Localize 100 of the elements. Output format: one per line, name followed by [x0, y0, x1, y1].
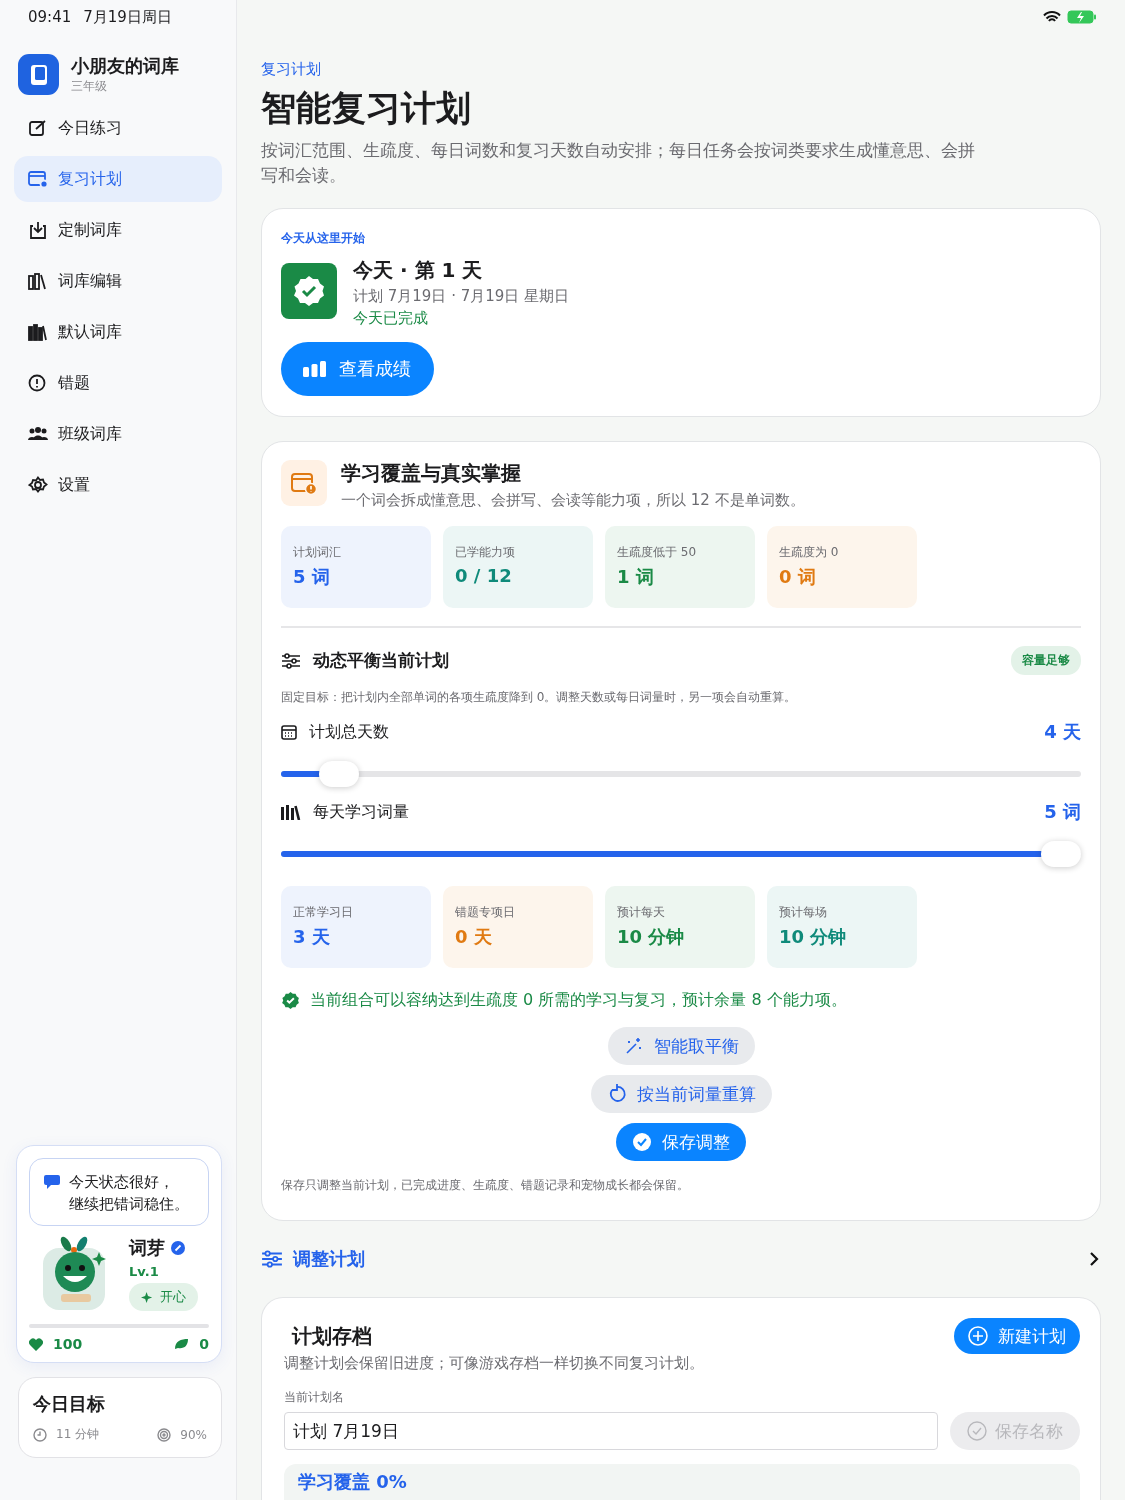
pet-level: Lv.1: [129, 1264, 160, 1279]
today-title: 今天 · 第 1 天: [353, 257, 484, 284]
action-button[interactable]: 保存调整: [616, 1123, 746, 1161]
slider-reading: 4 天: [1044, 720, 1081, 744]
stat-label: 计划词汇: [293, 544, 342, 561]
page-title: 智能复习计划: [261, 87, 472, 130]
card-eyebrow: 今天从这里开始: [281, 231, 365, 245]
chevron-right-icon: [1089, 1251, 1099, 1267]
balance-note: 固定目标：把计划内全部单词的各项生疏度降到 0。调整天数或每日词量时，另一项会自动重算。: [281, 689, 798, 706]
stat-label: 已学能力项: [455, 544, 516, 561]
coverage-subtitle: 一个词会拆成懂意思、会拼写、会读等能力项，所以 12 不是单词数。: [341, 491, 805, 510]
sliders-icon: [281, 652, 301, 669]
chat-icon: [44, 1175, 60, 1189]
stat-value: 0 / 12: [455, 565, 513, 586]
slider-label: 计划总天数: [309, 721, 390, 743]
pet-message-line: 继续把错词稳住。: [69, 1194, 189, 1215]
books-icon: [28, 323, 48, 341]
battery-charging-icon: [1067, 10, 1097, 24]
balance-result: 当前组合可以容纳达到生疏度 0 所需的学习与复习，预计余量 8 个能力项。: [310, 990, 847, 1011]
archive-description: 调整计划会保留旧进度；可像游戏存档一样切换不同复习计划。: [284, 1354, 705, 1373]
stat-value: 10 分钟: [779, 925, 848, 949]
calendar-icon: [28, 170, 48, 188]
slider[interactable]: [281, 840, 1081, 868]
calendar-alert-icon: [281, 460, 327, 506]
today-date: 计划 7月19日 · 7月19日 星期日: [353, 287, 570, 306]
status-time: 09:41: [28, 8, 72, 28]
people-icon: [28, 425, 48, 443]
slider-thumb[interactable]: [1041, 841, 1081, 867]
action-button[interactable]: 智能取平衡: [607, 1027, 755, 1065]
stat-value: 1 词: [617, 565, 655, 589]
stat-label: 预计每天: [617, 904, 666, 921]
stat-label: 生疏度为 0: [779, 544, 840, 561]
nav-item[interactable]: 复习计划: [14, 156, 222, 202]
field-label: 当前计划名: [284, 1389, 345, 1406]
book-logo-icon: [18, 54, 59, 95]
nav-item[interactable]: 默认词库: [14, 309, 222, 355]
nav-item[interactable]: 班级词库: [14, 411, 222, 457]
view-results-button[interactable]: 查看成绩: [281, 342, 434, 396]
stat-value: 0 天: [455, 925, 493, 949]
sliders-icon: [261, 1250, 283, 1268]
adjust-plan-link[interactable]: 调整计划: [261, 1247, 1101, 1271]
nav-item[interactable]: 定制词库: [14, 207, 222, 253]
books-icon: [281, 804, 301, 820]
breadcrumb: 复习计划: [261, 60, 322, 79]
clock-icon: [33, 1427, 47, 1442]
balance-title: 动态平衡当前计划: [313, 649, 450, 672]
pet-name: 词芽: [129, 1236, 165, 1260]
new-plan-button[interactable]: 新建计划: [954, 1318, 1080, 1354]
slider-label: 每天学习词量: [313, 801, 410, 823]
slider[interactable]: [281, 760, 1081, 788]
coverage-title: 学习覆盖与真实掌握: [341, 460, 522, 487]
stat-label: 错题专项日: [455, 904, 516, 921]
stat-value: 0 词: [779, 565, 817, 589]
mood-badge: 开心: [129, 1283, 198, 1311]
stat-value: 3 天: [293, 925, 331, 949]
books-icon: [28, 272, 48, 290]
nav-item[interactable]: 设置: [14, 462, 222, 508]
hearts-count: 100: [53, 1336, 83, 1352]
stat-label: 生疏度低于 50: [617, 544, 698, 561]
stat-label: 预计每场: [779, 904, 828, 921]
goal-title: 今日目标: [33, 1392, 106, 1416]
leaves-count: 0: [199, 1336, 209, 1352]
edit-icon: [28, 119, 48, 137]
status-date: 7月19日周日: [83, 8, 172, 28]
slider-thumb[interactable]: [319, 761, 359, 787]
app-name: 小朋友的词库: [71, 54, 179, 78]
plan-name-field[interactable]: 计划 7月19日: [284, 1412, 938, 1450]
page-description: 按词汇范围、生疏度、每日词数和复习天数自动安排；每日任务会按词类要求生成懂意思、会拼写和会读。: [261, 139, 976, 187]
today-status: 今天已完成: [353, 309, 429, 328]
action-button[interactable]: 按当前词量重算: [590, 1075, 772, 1113]
heart-icon: [29, 1337, 43, 1351]
alert-icon: [28, 374, 48, 392]
sparkle-icon: [141, 1290, 154, 1304]
check-circle-icon: [967, 1421, 987, 1441]
calendar-icon: [281, 724, 297, 740]
slider-reading: 5 词: [1044, 800, 1081, 824]
goal-minutes: 11 分钟: [56, 1426, 100, 1443]
wifi-icon: [1043, 10, 1061, 24]
grade-label: 三年级: [71, 78, 108, 95]
verified-icon: [281, 991, 300, 1010]
settings-icon: [28, 476, 48, 494]
goal-accuracy: 90%: [180, 1427, 207, 1442]
bar-chart-icon: [303, 361, 327, 377]
nav-item[interactable]: 今日练习: [14, 105, 222, 151]
download-icon: [28, 221, 48, 239]
nav-item[interactable]: 错题: [14, 360, 222, 406]
verified-badge-icon: [281, 263, 337, 319]
nav-item[interactable]: 词库编辑: [14, 258, 222, 304]
archive-title: 计划存档: [292, 1322, 372, 1350]
stat-label: 正常学习日: [293, 904, 354, 921]
save-footnote: 保存只调整当前计划，已完成进度、生疏度、错题记录和宠物成长都会保留。: [281, 1177, 690, 1194]
stat-value: 5 词: [293, 565, 331, 589]
leaf-icon: [174, 1338, 190, 1350]
coverage-percent: 学习覆盖 0%: [298, 1471, 407, 1492]
stat-value: 10 分钟: [617, 925, 686, 949]
check-circle-icon: [632, 1132, 652, 1152]
edit-badge-icon[interactable]: [171, 1241, 185, 1255]
capacity-badge: 容量足够: [1011, 646, 1081, 675]
pet-message-line: 今天状态很好，: [69, 1172, 175, 1193]
plus-circle-icon: [968, 1326, 988, 1346]
